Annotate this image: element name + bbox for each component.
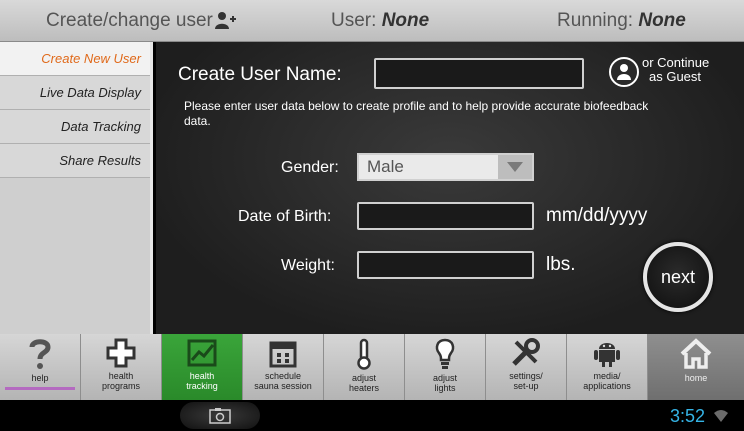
user-icon: [617, 64, 631, 80]
username-input[interactable]: [374, 58, 584, 89]
toolbar-media-applications[interactable]: media/ applications: [567, 334, 648, 400]
toolbar-schedule-sauna[interactable]: schedule sauna session: [243, 334, 324, 400]
question-icon: [29, 339, 51, 369]
android-icon: [594, 343, 620, 367]
dob-input[interactable]: [357, 202, 534, 230]
sidebar-item-share-results[interactable]: Share Results: [0, 144, 150, 178]
help-underline: [5, 387, 75, 390]
bottom-toolbar: help health programs health tracking sch…: [0, 334, 744, 400]
sidebar-item-create-new-user[interactable]: Create New User: [0, 42, 150, 76]
create-user-panel: Create User Name: or Continue as Guest P…: [156, 42, 744, 334]
weight-unit: lbs.: [546, 254, 576, 275]
toolbar-adjust-heaters[interactable]: adjust heaters: [324, 334, 405, 400]
sidebar-item-live-data-display[interactable]: Live Data Display: [0, 76, 150, 110]
dob-format-hint: mm/dd/yyyy: [546, 205, 648, 226]
weight-label: Weight:: [281, 257, 335, 274]
weight-input[interactable]: [357, 251, 534, 279]
gender-select[interactable]: Male: [357, 153, 534, 181]
guest-button[interactable]: [609, 57, 639, 87]
lightbulb-icon: [435, 338, 455, 369]
home-icon: [680, 338, 712, 369]
cross-icon: [106, 338, 136, 368]
header-title: Create/change user: [46, 10, 237, 35]
toolbar-home[interactable]: home: [648, 334, 744, 400]
instructions-text: Please enter user data below to create p…: [184, 99, 649, 128]
wifi-icon: [714, 410, 729, 422]
camera-icon: [209, 408, 231, 424]
header-user: User: None: [331, 10, 430, 31]
guest-label[interactable]: or Continue as Guest: [642, 56, 709, 84]
toolbar-adjust-lights[interactable]: adjust lights: [405, 334, 486, 400]
next-button[interactable]: next: [643, 242, 713, 312]
clock: 3:52: [670, 406, 729, 427]
top-header: Create/change user User: None Running: N…: [0, 0, 744, 42]
wrench-icon: [512, 338, 540, 366]
system-nav-bar: 3:52: [0, 400, 744, 431]
dob-label: Date of Birth:: [238, 208, 332, 225]
user-add-icon: [214, 11, 237, 35]
username-label: Create User Name:: [178, 64, 342, 85]
toolbar-settings[interactable]: settings/ set-up: [486, 334, 567, 400]
header-running: Running: None: [557, 10, 686, 31]
gender-label: Gender:: [281, 159, 339, 176]
calendar-icon: [269, 341, 297, 368]
sidebar-item-data-tracking[interactable]: Data Tracking: [0, 110, 150, 144]
chevron-down-icon: [498, 155, 532, 179]
screenshot-button[interactable]: [180, 402, 260, 429]
toolbar-help[interactable]: help: [0, 334, 81, 400]
chart-icon: [187, 339, 217, 367]
sidebar: Create New User Live Data Display Data T…: [0, 42, 153, 334]
thermometer-icon: [357, 338, 371, 370]
toolbar-health-tracking[interactable]: health tracking: [162, 334, 243, 400]
toolbar-health-programs[interactable]: health programs: [81, 334, 162, 400]
